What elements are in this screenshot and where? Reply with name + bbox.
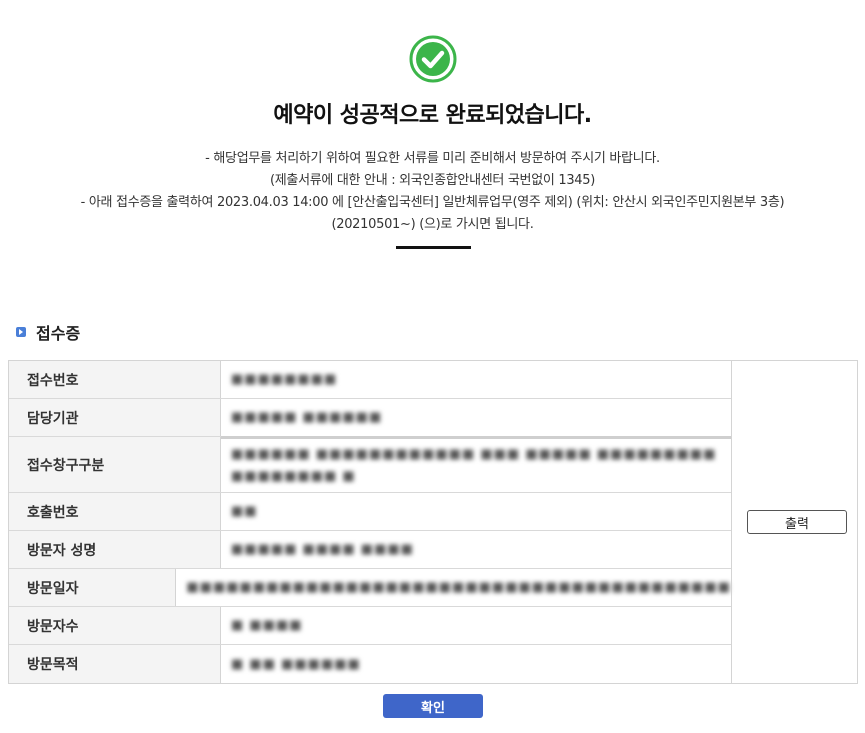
row-label-counter-type: 접수창구구분 [9, 437, 221, 492]
page-title: 예약이 성공적으로 완료되었습니다. [273, 103, 592, 128]
row-label-agency: 담당기관 [9, 399, 221, 436]
redacted-value: ■■■■■■■■■■■■■■■■■■■■■■■■■■■■■■■■■■■■■■■■… [186, 580, 731, 595]
redacted-value: ■■■■■■ ■■■■■■■■■■■■ ■■■ ■■■■■ ■■■■■■■■■ … [231, 446, 717, 484]
notice-text: - 해당업무를 처리하기 위하여 필요한 서류를 미리 준비해서 방문하여 주시… [0, 148, 865, 236]
row-value-visitor-count: ■ ■■■■ [221, 607, 731, 644]
row-label-visit-date: 방문일자 [9, 569, 177, 606]
row-label-visit-purpose: 방문목적 [9, 645, 221, 683]
table-row: 방문일자 ■■■■■■■■■■■■■■■■■■■■■■■■■■■■■■■■■■■… [9, 569, 731, 607]
row-value-visitor-name: ■■■■■ ■■■■ ■■■■ [221, 531, 731, 568]
table-row: 방문자수 ■ ■■■■ [9, 607, 731, 645]
row-value-agency: ■■■■■ ■■■■■■ [221, 399, 731, 436]
confirm-button[interactable]: 확인 [383, 694, 483, 718]
row-value-visit-date: ■■■■■■■■■■■■■■■■■■■■■■■■■■■■■■■■■■■■■■■■… [176, 569, 731, 606]
row-value-receipt-number: ■■■■■■■■ [221, 361, 731, 398]
notice-line: (제출서류에 대한 안내 : 외국인종합안내센터 국번없이 1345) [269, 173, 596, 188]
notice-line: - 해당업무를 처리하기 위하여 필요한 서류를 미리 준비해서 방문하여 주시… [205, 151, 660, 166]
table-row: 접수창구구분 ■■■■■■ ■■■■■■■■■■■■ ■■■ ■■■■■ ■■■… [9, 436, 731, 493]
row-value-call-number: ■■ [221, 493, 731, 530]
row-label-call-number: 호출번호 [9, 493, 221, 530]
row-value-visit-purpose: ■ ■■ ■■■■■■ [221, 645, 731, 683]
redacted-value: ■■■■■ ■■■■ ■■■■ [231, 542, 414, 557]
receipt-rows: 접수번호 ■■■■■■■■ 담당기관 ■■■■■ ■■■■■■ 접수창구구분 ■… [9, 361, 731, 683]
redacted-value: ■ ■■ ■■■■■■ [231, 656, 361, 672]
row-label-visitor-name: 방문자 성명 [9, 531, 221, 568]
row-label-receipt-number: 접수번호 [9, 361, 221, 398]
receipt-table: 접수번호 ■■■■■■■■ 담당기관 ■■■■■ ■■■■■■ 접수창구구분 ■… [8, 360, 858, 684]
table-row: 담당기관 ■■■■■ ■■■■■■ [9, 399, 731, 437]
redacted-value: ■■■■■■■■ [231, 372, 338, 387]
table-row: 호출번호 ■■ [9, 493, 731, 531]
row-label-visitor-count: 방문자수 [9, 607, 221, 644]
section-title: 접수증 [36, 324, 81, 343]
print-button[interactable]: 출력 [747, 510, 847, 534]
notice-line: - 아래 접수증을 출력하여 2023.04.03 14:00 에 [안산출입국… [80, 195, 785, 210]
notice-line: (20210501~) (으)로 가시면 됩니다. [331, 217, 534, 232]
table-row: 접수번호 ■■■■■■■■ [9, 361, 731, 399]
redacted-value: ■ ■■■■ [231, 618, 303, 633]
redacted-value: ■■ [231, 504, 258, 519]
title-divider [396, 246, 471, 249]
table-row: 방문자 성명 ■■■■■ ■■■■ ■■■■ [9, 531, 731, 569]
receipt-section-header: 접수증 [16, 321, 80, 343]
print-column: 출력 [731, 361, 858, 683]
success-check-icon [409, 35, 457, 83]
row-value-counter-type: ■■■■■■ ■■■■■■■■■■■■ ■■■ ■■■■■ ■■■■■■■■■ … [221, 436, 731, 492]
redacted-value: ■■■■■ ■■■■■■ [231, 410, 383, 425]
table-row: 방문목적 ■ ■■ ■■■■■■ [9, 645, 731, 683]
bullet-arrow-icon [16, 327, 26, 337]
